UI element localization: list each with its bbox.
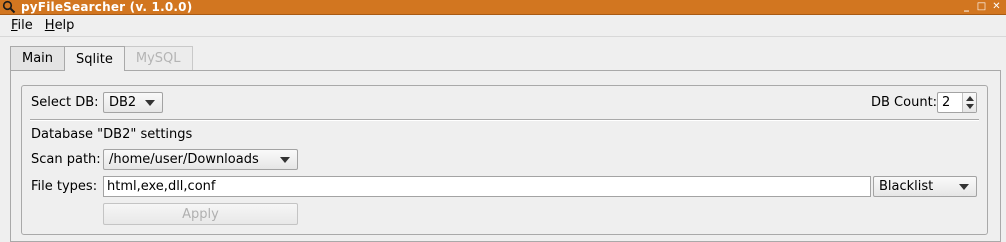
minimize-button[interactable]: _: [960, 1, 973, 13]
chevron-down-icon: [959, 184, 969, 190]
scan-path-value: /home/user/Downloads: [109, 152, 259, 167]
tab-main[interactable]: Main: [10, 46, 66, 70]
sqlite-tab-panel: Select DB: DB2 DB Count: 2 Database "DB2…: [10, 70, 1001, 242]
db-count-spinbox[interactable]: 2: [937, 92, 977, 113]
scan-path-combo[interactable]: /home/user/Downloads: [103, 149, 298, 170]
file-types-value: html,exe,dll,conf: [107, 179, 216, 194]
apply-button[interactable]: Apply: [103, 203, 298, 225]
menu-help-mnemonic: H: [44, 18, 55, 33]
window-titlebar[interactable]: pyFileSearcher (v. 1.0.0) _ □ ✕: [0, 0, 1006, 15]
sqlite-settings-group: Select DB: DB2 DB Count: 2 Database "DB2…: [21, 85, 988, 235]
tab-mysql: MySQL: [123, 46, 193, 70]
settings-heading: Database "DB2" settings: [31, 127, 193, 142]
file-types-label: File types:: [31, 179, 98, 194]
menu-help-rest: elp: [54, 18, 75, 33]
window-controls: _ □ ✕: [960, 1, 1003, 13]
menu-help[interactable]: Help: [39, 18, 81, 33]
window-title: pyFileSearcher (v. 1.0.0): [21, 0, 193, 14]
scan-path-label: Scan path:: [31, 152, 101, 167]
filter-mode-combo[interactable]: Blacklist: [873, 176, 977, 197]
spin-up-icon[interactable]: [966, 96, 974, 101]
file-types-input[interactable]: html,exe,dll,conf: [103, 176, 871, 197]
close-button[interactable]: ✕: [990, 1, 1003, 13]
menu-file[interactable]: File: [5, 18, 39, 33]
menu-bar: File Help: [0, 15, 1006, 37]
menu-file-rest: ile: [17, 18, 33, 33]
select-db-label: Select DB:: [31, 95, 99, 110]
tab-sqlite[interactable]: Sqlite: [64, 46, 125, 71]
maximize-button[interactable]: □: [975, 1, 988, 13]
db-count-value: 2: [942, 95, 951, 110]
spin-down-icon[interactable]: [966, 104, 974, 109]
db-count-label: DB Count:: [871, 95, 938, 110]
select-db-combo[interactable]: DB2: [103, 92, 163, 113]
select-db-value: DB2: [109, 95, 137, 110]
magnifier-icon: [2, 0, 16, 14]
separator-line: [30, 119, 979, 121]
chevron-down-icon: [280, 157, 290, 163]
spin-buttons[interactable]: [962, 93, 976, 112]
filter-mode-value: Blacklist: [879, 179, 934, 194]
tab-bar: Main Sqlite MySQL: [10, 46, 193, 71]
chevron-down-icon: [145, 100, 155, 106]
